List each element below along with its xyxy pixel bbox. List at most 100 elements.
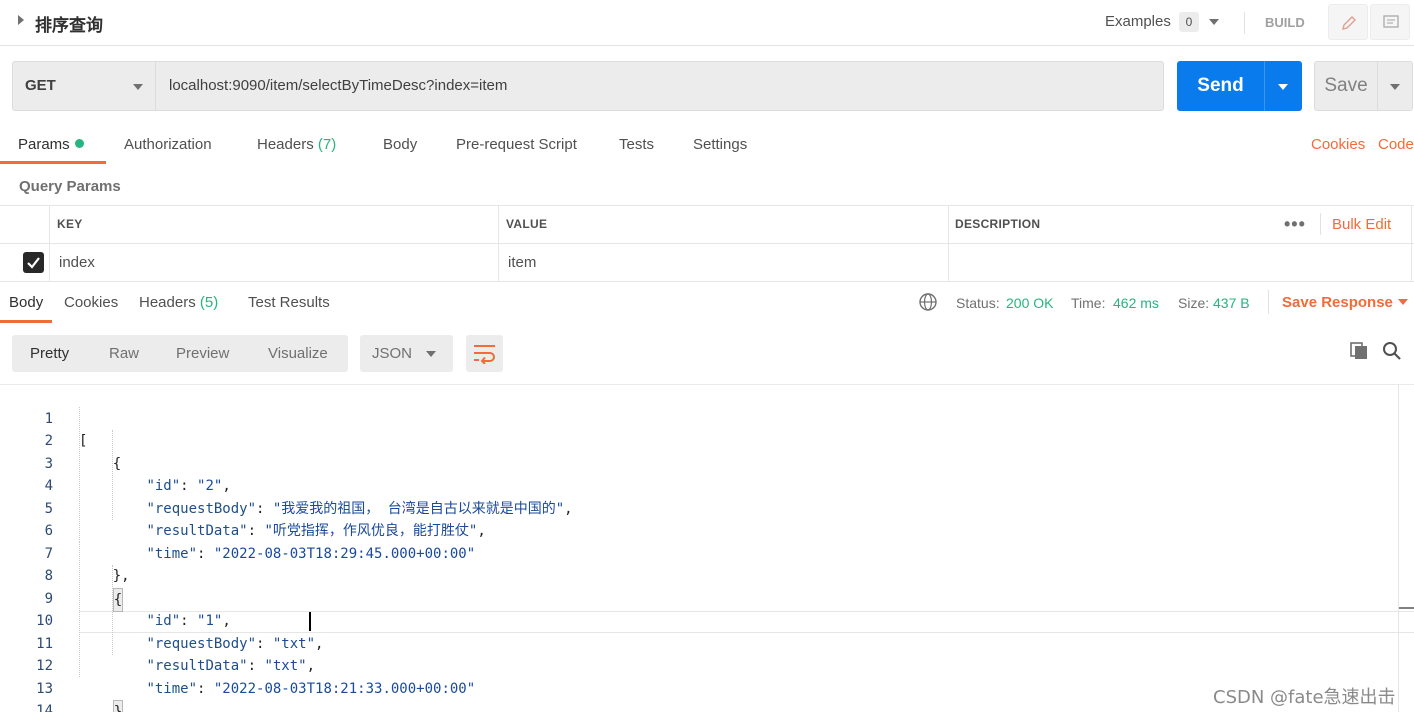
tab-pre-request-script[interactable]: Pre-request Script	[456, 136, 577, 153]
response-tab-test-results[interactable]: Test Results	[248, 294, 330, 311]
tab-authorization[interactable]: Authorization	[124, 136, 212, 153]
param-value-cell[interactable]: item	[508, 254, 536, 271]
divider	[1411, 205, 1412, 282]
divider	[948, 205, 949, 282]
status-value[interactable]: 200 OK	[1006, 295, 1053, 311]
tab-settings[interactable]: Settings	[693, 136, 747, 153]
active-tab-indicator	[0, 161, 106, 164]
code-line: 13 }	[0, 655, 1398, 712]
wrap-lines-button[interactable]	[466, 335, 503, 372]
code-line: 7 },	[0, 520, 1398, 585]
code-line: 14 ]	[0, 678, 1398, 712]
code-link[interactable]: Code	[1378, 136, 1414, 153]
pencil-icon	[1342, 16, 1356, 30]
build-mode-label[interactable]: BUILD	[1265, 15, 1305, 30]
response-format-label: JSON	[372, 345, 413, 362]
divider	[1268, 290, 1269, 314]
response-tab-body[interactable]: Body	[9, 294, 43, 311]
code-line: 9 "id": "1",	[0, 565, 1398, 630]
code-line: 3 "id": "2",	[0, 430, 1398, 495]
watermark: CSDN @fate急速出击	[1213, 687, 1396, 708]
divider	[1320, 213, 1321, 235]
size-value[interactable]: 437 B	[1213, 295, 1250, 311]
chevron-down-icon	[1278, 84, 1288, 90]
tab-headers[interactable]: Headers (7)	[257, 136, 336, 153]
view-raw[interactable]: Raw	[109, 345, 139, 362]
save-options-button[interactable]	[1377, 61, 1413, 111]
column-header-key: KEY	[57, 217, 83, 231]
params-active-dot	[74, 139, 84, 148]
http-method-label: GET	[25, 77, 56, 94]
tab-params-label: Params	[18, 136, 70, 153]
chevron-down-icon	[426, 351, 436, 357]
param-key-cell[interactable]: index	[59, 254, 95, 271]
response-body-editor[interactable]: 1 [ 2 { 3 "id": "2", 4 "requestBody": "我…	[0, 384, 1414, 712]
divider	[49, 205, 50, 282]
scrollbar-thumb[interactable]	[1399, 607, 1414, 609]
code-line: 5 "resultData": "听党指挥，作风优良，能打胜仗",	[0, 475, 1398, 540]
column-header-value: VALUE	[506, 217, 548, 231]
divider	[1244, 12, 1245, 34]
view-visualize[interactable]: Visualize	[268, 345, 328, 362]
examples-count-badge: 0	[1179, 12, 1199, 32]
globe-icon[interactable]	[918, 292, 938, 312]
chevron-down-icon	[1390, 84, 1400, 90]
time-label: Time:	[1071, 295, 1106, 311]
send-button[interactable]: Send	[1177, 61, 1264, 111]
chevron-down-icon[interactable]	[1398, 299, 1408, 305]
code-line: 11 "resultData": "txt",	[0, 610, 1398, 675]
text-cursor	[309, 612, 311, 631]
column-header-description: DESCRIPTION	[955, 217, 1041, 231]
search-icon[interactable]	[1382, 341, 1402, 361]
tab-headers-count: (7)	[317, 136, 337, 153]
divider	[498, 205, 499, 282]
tab-body[interactable]: Body	[383, 136, 417, 153]
response-tab-cookies[interactable]: Cookies	[64, 294, 118, 311]
divider	[0, 243, 1414, 244]
line-number: 14	[36, 703, 53, 712]
comments-button[interactable]	[1370, 4, 1410, 40]
examples-button[interactable]: Examples	[1105, 13, 1171, 30]
query-params-heading: Query Params	[19, 178, 121, 195]
response-tab-headers-label: Headers	[139, 294, 196, 311]
chevron-down-icon	[133, 84, 143, 90]
code-line: 2 {	[0, 408, 1398, 472]
editor-scrollbar[interactable]	[1398, 385, 1414, 712]
title-bar: 排序查询 Examples 0 BUILD	[0, 0, 1414, 46]
size-label: Size:	[1178, 295, 1210, 311]
tab-params[interactable]: Params	[18, 136, 84, 153]
copy-icon[interactable]	[1349, 341, 1369, 361]
code-line: 10 "requestBody": "txt",	[0, 588, 1398, 652]
url-input[interactable]: localhost:9090/item/selectByTimeDesc?ind…	[155, 61, 1164, 111]
time-value[interactable]: 462 ms	[1113, 295, 1159, 311]
code-line: 12 "time": "2022-08-03T18:21:33.000+00:0…	[0, 633, 1398, 697]
cookies-link[interactable]: Cookies	[1311, 136, 1365, 153]
send-options-button[interactable]	[1264, 61, 1302, 111]
divider	[0, 205, 1414, 206]
view-pretty[interactable]: Pretty	[30, 345, 69, 362]
save-response-button[interactable]: Save Response	[1282, 294, 1393, 311]
bulk-edit-button[interactable]: Bulk Edit	[1332, 216, 1391, 233]
examples-chevron-down-icon[interactable]	[1209, 19, 1219, 25]
http-method-select[interactable]: GET	[12, 61, 156, 111]
tab-tests[interactable]: Tests	[619, 136, 654, 153]
response-view-mode-group: Pretty Raw Preview Visualize	[12, 335, 348, 372]
edit-button[interactable]	[1328, 4, 1368, 40]
response-tab-headers-count: (5)	[199, 294, 219, 311]
response-tab-headers[interactable]: Headers (5)	[139, 294, 218, 311]
view-preview[interactable]: Preview	[176, 345, 229, 362]
comment-icon	[1383, 15, 1399, 28]
save-button[interactable]: Save	[1314, 61, 1378, 111]
response-format-select[interactable]: JSON	[360, 335, 453, 372]
request-title[interactable]: 排序查询	[35, 11, 103, 36]
wrap-lines-icon	[474, 345, 495, 364]
status-label: Status:	[956, 295, 1000, 311]
divider	[0, 281, 1414, 282]
code-line: 1 [	[0, 385, 1398, 450]
param-enabled-checkbox[interactable]	[23, 252, 44, 273]
more-options-icon[interactable]: •••	[1284, 214, 1306, 235]
query-params-table: KEY VALUE DESCRIPTION ••• Bulk Edit inde…	[0, 205, 1414, 282]
code-line: 4 "requestBody": "我爱我的祖国， 台湾是自古以来就是中国的",	[0, 453, 1398, 517]
code-line: 6 "time": "2022-08-03T18:29:45.000+00:00…	[0, 498, 1398, 562]
expand-caret-icon[interactable]	[18, 15, 24, 25]
